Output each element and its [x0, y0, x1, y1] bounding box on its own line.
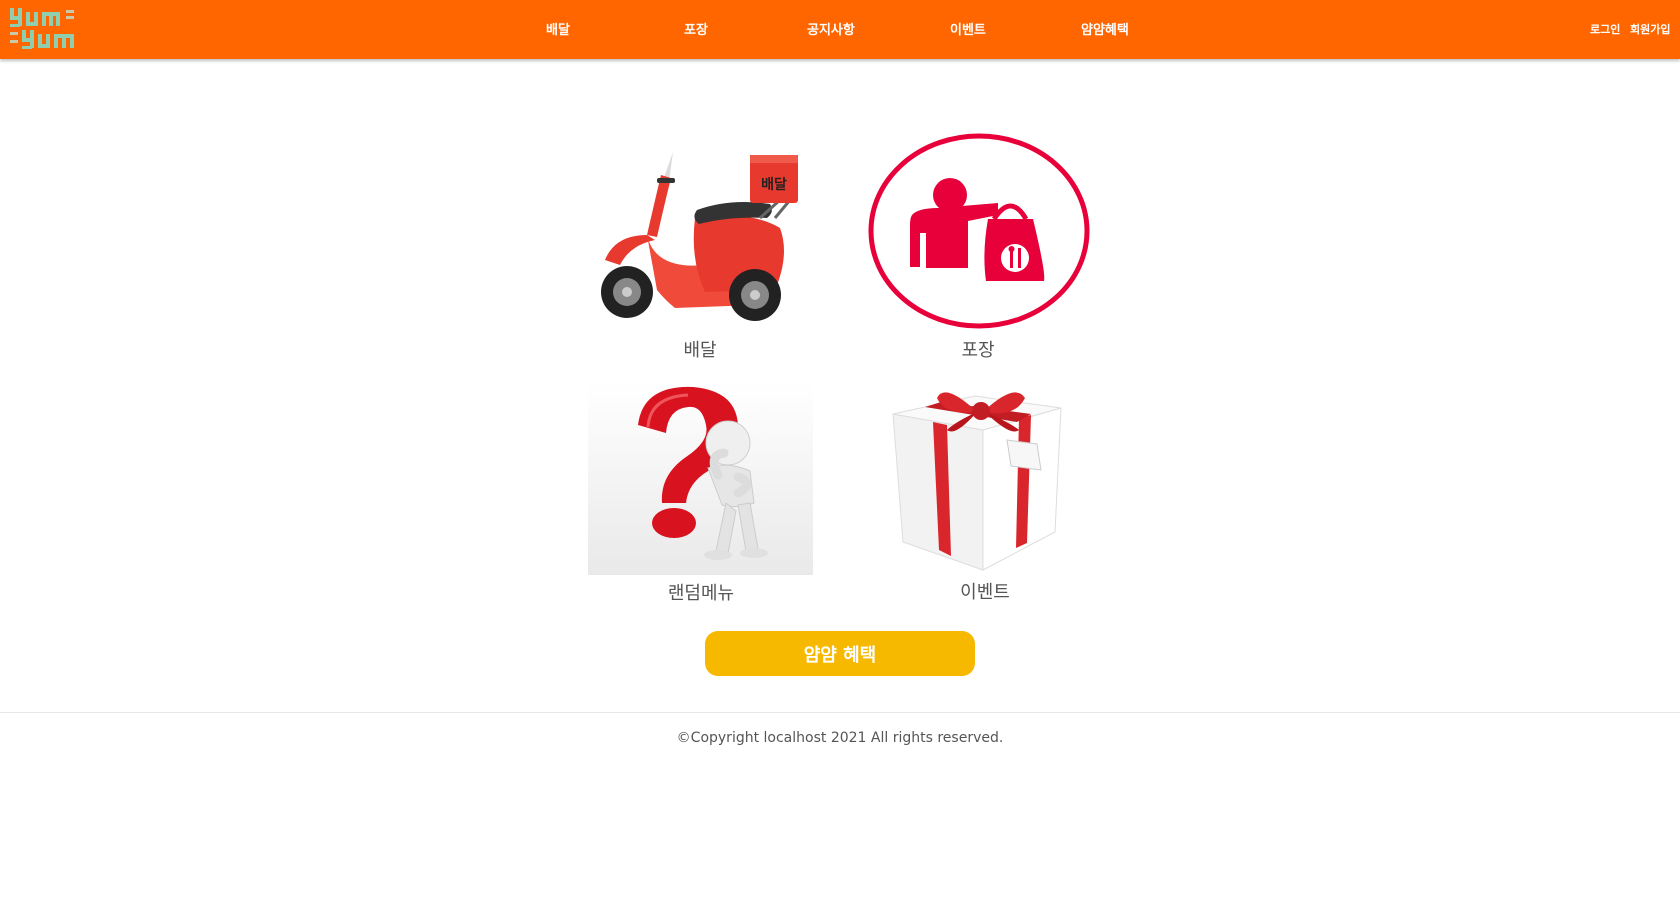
tile-event[interactable]: 이벤트 [885, 382, 1085, 608]
question-icon [588, 383, 813, 575]
tile-label-random-menu: 랜덤메뉴 [667, 583, 735, 604]
nav-benefits[interactable]: 얌얌혜택 [1081, 19, 1129, 38]
scooter-icon: 배달 [601, 152, 798, 321]
tile-takeout[interactable]: 포장 [868, 133, 1093, 370]
nav-notice[interactable]: 공지사항 [807, 19, 855, 38]
signup-link[interactable]: 회원가입 [1630, 21, 1670, 37]
logo-icon [10, 8, 74, 49]
nav-takeout[interactable]: 포장 [684, 19, 708, 38]
benefit-button[interactable]: 얌얌 혜택 [705, 631, 975, 676]
top-navbar: 배달 포장 공지사항 이벤트 얌얌혜택 로그인 회원가입 [0, 0, 1680, 59]
takeout-icon [868, 133, 1090, 329]
tile-label-event: 이벤트 [960, 582, 1010, 603]
nav-event[interactable]: 이벤트 [950, 19, 986, 38]
footer-divider [0, 712, 1680, 713]
tile-label-takeout: 포장 [961, 340, 995, 361]
login-link[interactable]: 로그인 [1590, 21, 1620, 37]
yumyum-logo[interactable] [8, 4, 84, 54]
tile-random-menu[interactable]: 랜덤메뉴 [588, 383, 813, 608]
tile-label-delivery: 배달 [683, 340, 717, 361]
nav-delivery[interactable]: 배달 [546, 19, 570, 38]
footer-copyright: ©Copyright localhost 2021 All rights res… [676, 730, 1004, 746]
tile-delivery[interactable]: 배달 배달 [585, 140, 815, 370]
gift-icon [892, 392, 1062, 571]
box-label: 배달 [761, 177, 787, 193]
